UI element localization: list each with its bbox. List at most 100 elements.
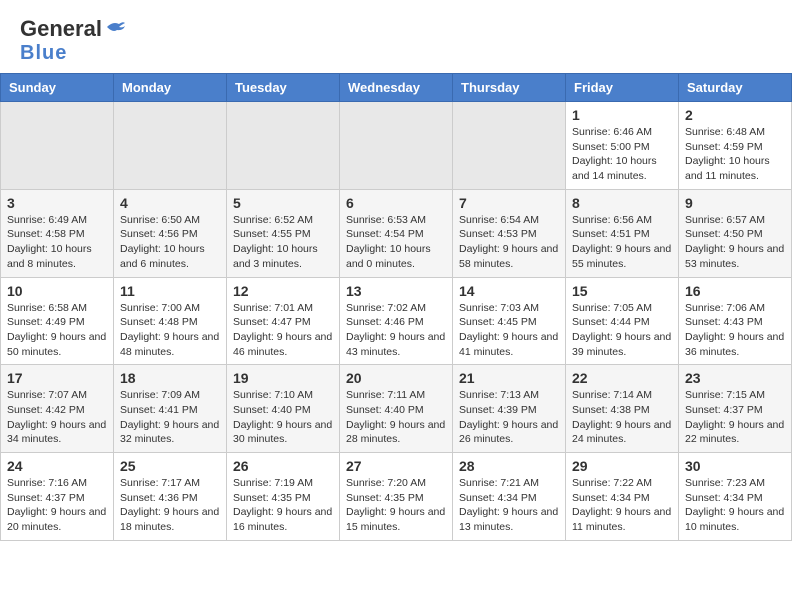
day-info: Sunrise: 6:56 AMSunset: 4:51 PMDaylight:… (572, 213, 672, 272)
calendar-cell: 1 Sunrise: 6:46 AMSunset: 5:00 PMDaylight… (566, 102, 679, 190)
day-info: Sunrise: 7:14 AMSunset: 4:38 PMDaylight:… (572, 388, 672, 447)
day-number: 7 (459, 195, 559, 211)
calendar-cell: 17 Sunrise: 7:07 AMSunset: 4:42 PMDayligh… (1, 365, 114, 453)
calendar-header-saturday: Saturday (679, 74, 792, 102)
day-info: Sunrise: 6:57 AMSunset: 4:50 PMDaylight:… (685, 213, 785, 272)
day-number: 15 (572, 283, 672, 299)
calendar-cell: 6Sunrise: 6:53 AMSunset: 4:54 PMDaylight… (340, 189, 453, 277)
logo: General Blue (20, 16, 127, 65)
calendar-cell: 23 Sunrise: 7:15 AMSunset: 4:37 PMDayligh… (679, 365, 792, 453)
day-number: 18 (120, 370, 220, 386)
calendar-week-row: 24 Sunrise: 7:16 AMSunset: 4:37 PMDayligh… (1, 453, 792, 541)
day-number: 8 (572, 195, 672, 211)
day-info: Sunrise: 7:05 AMSunset: 4:44 PMDaylight:… (572, 301, 672, 360)
logo-bird-icon (105, 19, 127, 35)
calendar-cell: 26 Sunrise: 7:19 AMSunset: 4:35 PMDayligh… (227, 453, 340, 541)
calendar-cell: 4 Sunrise: 6:50 AMSunset: 4:56 PMDaylight… (114, 189, 227, 277)
day-info: Sunrise: 7:01 AMSunset: 4:47 PMDaylight:… (233, 301, 333, 360)
calendar-header-sunday: Sunday (1, 74, 114, 102)
calendar-cell: 21 Sunrise: 7:13 AMSunset: 4:39 PMDayligh… (453, 365, 566, 453)
calendar-cell: 8 Sunrise: 6:56 AMSunset: 4:51 PMDaylight… (566, 189, 679, 277)
day-info: Sunrise: 7:22 AMSunset: 4:34 PMDaylight:… (572, 476, 672, 535)
calendar-cell: 3 Sunrise: 6:49 AMSunset: 4:58 PMDaylight… (1, 189, 114, 277)
day-number: 24 (7, 458, 107, 474)
calendar-cell (1, 102, 114, 190)
day-info: Sunrise: 6:46 AMSunset: 5:00 PMDaylight:… (572, 125, 672, 184)
day-number: 23 (685, 370, 785, 386)
day-info: Sunrise: 6:49 AMSunset: 4:58 PMDaylight:… (7, 213, 107, 272)
calendar-cell: 27 Sunrise: 7:20 AMSunset: 4:35 PMDayligh… (340, 453, 453, 541)
calendar-cell: 12 Sunrise: 7:01 AMSunset: 4:47 PMDayligh… (227, 277, 340, 365)
calendar-week-row: 1 Sunrise: 6:46 AMSunset: 5:00 PMDaylight… (1, 102, 792, 190)
calendar-cell: 2 Sunrise: 6:48 AMSunset: 4:59 PMDaylight… (679, 102, 792, 190)
calendar-cell: 29 Sunrise: 7:22 AMSunset: 4:34 PMDayligh… (566, 453, 679, 541)
day-number: 21 (459, 370, 559, 386)
calendar-cell (453, 102, 566, 190)
day-number: 10 (7, 283, 107, 299)
calendar-cell: 15 Sunrise: 7:05 AMSunset: 4:44 PMDayligh… (566, 277, 679, 365)
day-info: Sunrise: 6:54 AMSunset: 4:53 PMDaylight:… (459, 213, 559, 272)
day-info: Sunrise: 6:53 AMSunset: 4:54 PMDaylight:… (346, 213, 446, 272)
day-info: Sunrise: 7:23 AMSunset: 4:34 PMDaylight:… (685, 476, 785, 535)
day-info: Sunrise: 7:10 AMSunset: 4:40 PMDaylight:… (233, 388, 333, 447)
day-number: 12 (233, 283, 333, 299)
calendar-header-thursday: Thursday (453, 74, 566, 102)
day-info: Sunrise: 7:13 AMSunset: 4:39 PMDaylight:… (459, 388, 559, 447)
calendar-cell: 19Sunrise: 7:10 AMSunset: 4:40 PMDayligh… (227, 365, 340, 453)
calendar-cell: 30 Sunrise: 7:23 AMSunset: 4:34 PMDayligh… (679, 453, 792, 541)
day-number: 2 (685, 107, 785, 123)
calendar-header-tuesday: Tuesday (227, 74, 340, 102)
calendar-week-row: 3 Sunrise: 6:49 AMSunset: 4:58 PMDaylight… (1, 189, 792, 277)
day-number: 26 (233, 458, 333, 474)
day-info: Sunrise: 7:16 AMSunset: 4:37 PMDaylight:… (7, 476, 107, 535)
day-number: 29 (572, 458, 672, 474)
day-number: 27 (346, 458, 446, 474)
day-info: Sunrise: 7:11 AMSunset: 4:40 PMDaylight:… (346, 388, 446, 447)
calendar-cell: 25 Sunrise: 7:17 AMSunset: 4:36 PMDayligh… (114, 453, 227, 541)
calendar-cell: 16 Sunrise: 7:06 AMSunset: 4:43 PMDayligh… (679, 277, 792, 365)
day-number: 25 (120, 458, 220, 474)
day-info: Sunrise: 7:07 AMSunset: 4:42 PMDaylight:… (7, 388, 107, 447)
day-info: Sunrise: 7:21 AMSunset: 4:34 PMDaylight:… (459, 476, 559, 535)
day-number: 13 (346, 283, 446, 299)
day-number: 16 (685, 283, 785, 299)
day-info: Sunrise: 7:06 AMSunset: 4:43 PMDaylight:… (685, 301, 785, 360)
calendar-cell: 20 Sunrise: 7:11 AMSunset: 4:40 PMDayligh… (340, 365, 453, 453)
calendar-cell: 5Sunrise: 6:52 AMSunset: 4:55 PMDaylight… (227, 189, 340, 277)
day-info: Sunrise: 7:17 AMSunset: 4:36 PMDaylight:… (120, 476, 220, 535)
day-number: 4 (120, 195, 220, 211)
day-info: Sunrise: 7:03 AMSunset: 4:45 PMDaylight:… (459, 301, 559, 360)
day-number: 14 (459, 283, 559, 299)
day-number: 30 (685, 458, 785, 474)
calendar-cell: 11Sunrise: 7:00 AMSunset: 4:48 PMDayligh… (114, 277, 227, 365)
day-number: 1 (572, 107, 672, 123)
calendar-cell: 7 Sunrise: 6:54 AMSunset: 4:53 PMDaylight… (453, 189, 566, 277)
day-number: 17 (7, 370, 107, 386)
day-info: Sunrise: 6:58 AMSunset: 4:49 PMDaylight:… (7, 301, 107, 360)
calendar-cell (114, 102, 227, 190)
page-header: General Blue (0, 0, 792, 73)
calendar-header-row: SundayMondayTuesdayWednesdayThursdayFrid… (1, 74, 792, 102)
calendar-week-row: 17 Sunrise: 7:07 AMSunset: 4:42 PMDayligh… (1, 365, 792, 453)
calendar-header-monday: Monday (114, 74, 227, 102)
calendar-cell (340, 102, 453, 190)
day-info: Sunrise: 6:48 AMSunset: 4:59 PMDaylight:… (685, 125, 785, 184)
day-info: Sunrise: 7:20 AMSunset: 4:35 PMDaylight:… (346, 476, 446, 535)
calendar-cell: 9Sunrise: 6:57 AMSunset: 4:50 PMDaylight… (679, 189, 792, 277)
day-number: 3 (7, 195, 107, 211)
calendar-table: SundayMondayTuesdayWednesdayThursdayFrid… (0, 73, 792, 541)
day-info: Sunrise: 6:50 AMSunset: 4:56 PMDaylight:… (120, 213, 220, 272)
calendar-header-friday: Friday (566, 74, 679, 102)
calendar-cell: 24 Sunrise: 7:16 AMSunset: 4:37 PMDayligh… (1, 453, 114, 541)
calendar-cell: 18Sunrise: 7:09 AMSunset: 4:41 PMDayligh… (114, 365, 227, 453)
logo-blue-text: Blue (20, 42, 67, 64)
calendar-cell: 28Sunrise: 7:21 AMSunset: 4:34 PMDayligh… (453, 453, 566, 541)
day-number: 11 (120, 283, 220, 299)
calendar-cell: 13Sunrise: 7:02 AMSunset: 4:46 PMDayligh… (340, 277, 453, 365)
day-info: Sunrise: 7:15 AMSunset: 4:37 PMDaylight:… (685, 388, 785, 447)
calendar-cell (227, 102, 340, 190)
calendar-cell: 14 Sunrise: 7:03 AMSunset: 4:45 PMDayligh… (453, 277, 566, 365)
day-info: Sunrise: 6:52 AMSunset: 4:55 PMDaylight:… (233, 213, 333, 272)
day-info: Sunrise: 7:19 AMSunset: 4:35 PMDaylight:… (233, 476, 333, 535)
day-number: 20 (346, 370, 446, 386)
